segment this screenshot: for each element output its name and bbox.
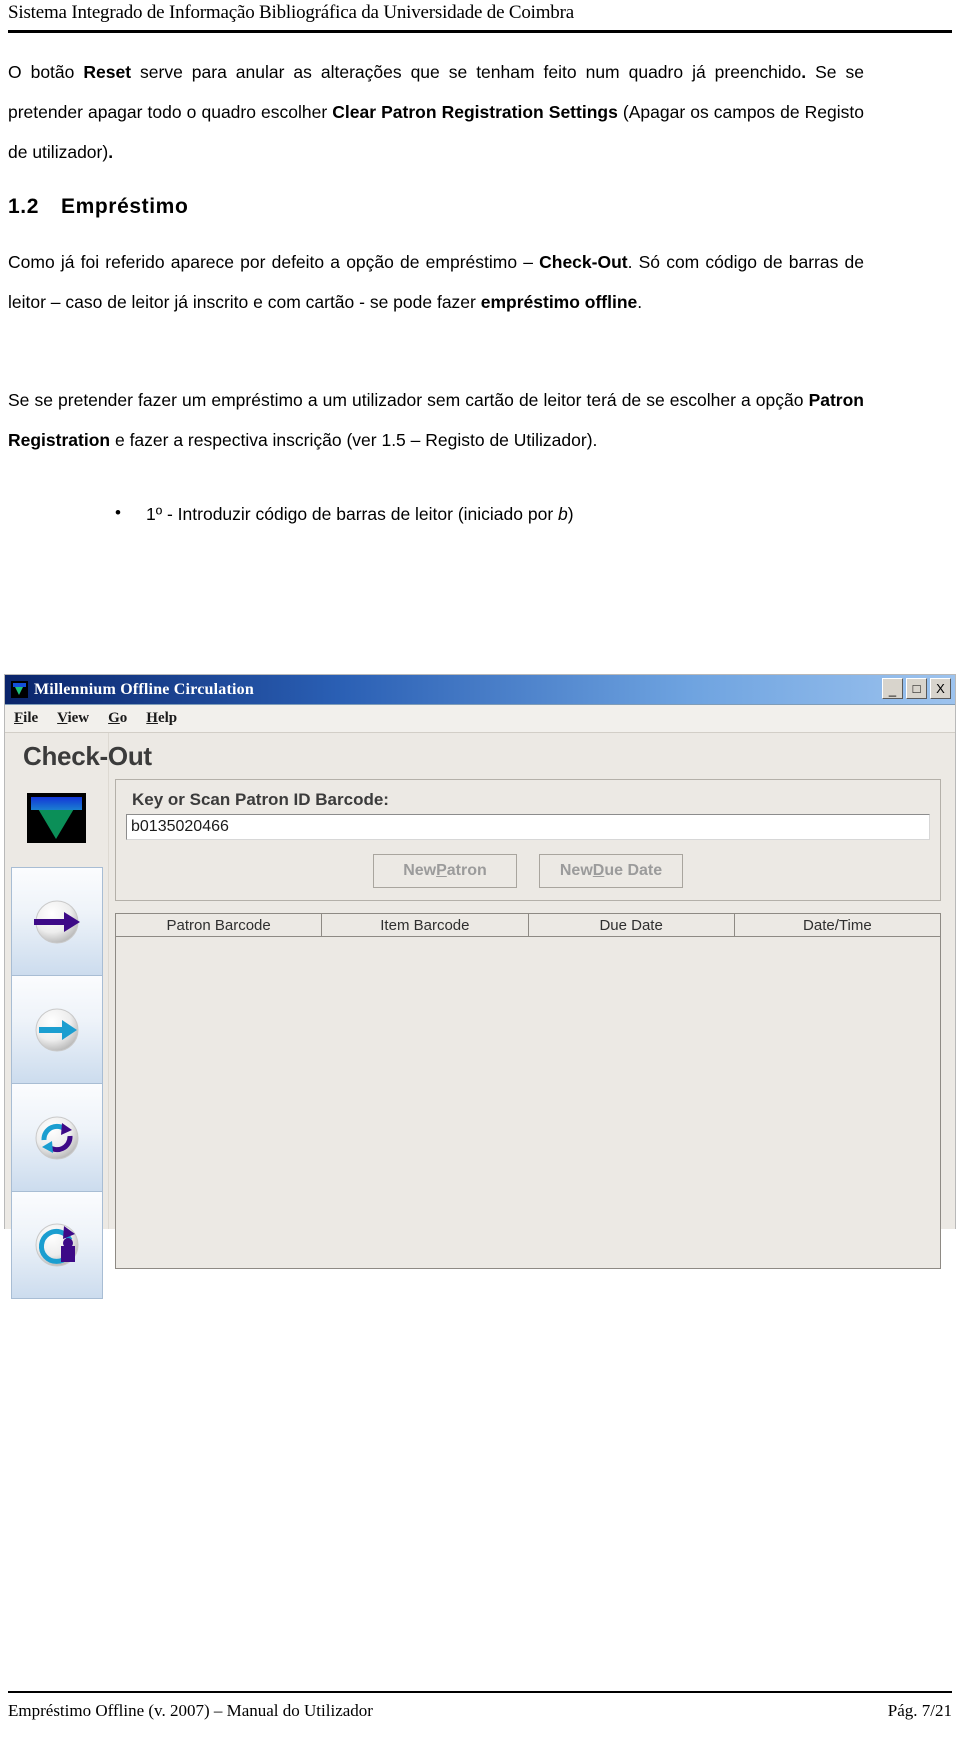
sidebar-item-patron-registration[interactable] [10, 1191, 103, 1299]
footer-page-number: Pág. 7/21 [887, 1701, 952, 1720]
steps-list: 1º - Introduzir código de barras de leit… [0, 497, 960, 530]
section-title: Empréstimo [61, 195, 189, 218]
para2-bold-emprestimo-offline: empréstimo offline [480, 292, 638, 312]
para1-bold-clear-settings: Clear Patron Registration Settings [332, 102, 618, 122]
menu-item-view[interactable]: View [57, 710, 89, 727]
para3-text-1: Se se pretender fazer um empréstimo a um… [8, 390, 809, 410]
para1-bold-reset: Reset [83, 62, 132, 82]
patron-barcode-panel: Key or Scan Patron ID Barcode: b01350204… [115, 779, 941, 901]
menu-file-key: F [14, 710, 24, 726]
sidebar-item-check-out[interactable] [10, 867, 103, 975]
column-header-date-time[interactable]: Date/Time [734, 914, 941, 937]
document-body: O botão Reset serve para anular as alter… [0, 52, 960, 530]
menu-item-go[interactable]: Go [108, 710, 127, 727]
document-header: Sistema Integrado de Informação Bibliogr… [0, 0, 960, 40]
para1-text-2: serve para anular as alterações que se t… [131, 62, 802, 82]
menu-go-rest: o [119, 710, 128, 726]
page-title: Check-Out [23, 741, 152, 771]
transactions-table-body[interactable] [115, 937, 941, 1269]
para3-text-2: e fazer a respectiva inscrição (ver 1.5 … [110, 430, 598, 450]
bullet-text-2: ) [567, 504, 574, 524]
sidebar-item-check-in[interactable] [10, 975, 103, 1083]
paragraph-patron-registration: Se se pretender fazer um empréstimo a um… [0, 380, 960, 460]
millennium-logo [27, 793, 86, 843]
new-due-date-button[interactable]: New Due Date [539, 854, 683, 888]
work-area: Key or Scan Patron ID Barcode: b01350204… [109, 733, 955, 1269]
menu-item-file[interactable]: File [14, 710, 38, 727]
paragraph-checkout-default: Como já foi referido aparece por defeito… [0, 242, 960, 322]
window-body: Check-Out Key or Scan Patron ID Barcode:… [5, 733, 955, 1299]
footer-manual-title: Empréstimo Offline (v. 2007) – Manual do… [8, 1701, 373, 1720]
new-due-date-key: D [592, 862, 605, 879]
menu-help-rest: elp [157, 710, 178, 726]
column-header-due-date[interactable]: Due Date [528, 914, 735, 937]
form-button-row: New Patron New Due Date [126, 854, 930, 888]
check-out-arrow-icon [33, 900, 80, 943]
section-number: 1.2 [8, 195, 39, 218]
transactions-table-header: Patron Barcode Item Barcode Due Date Dat… [115, 913, 941, 937]
para1-text-1: O botão [8, 62, 84, 82]
patron-registration-icon [35, 1223, 78, 1267]
menu-help-key: H [146, 710, 158, 726]
menu-view-rest: iew [67, 710, 90, 726]
footer-divider [8, 1691, 952, 1693]
list-item: 1º - Introduzir código de barras de leit… [115, 497, 960, 530]
paragraph-reset-button: O botão Reset serve para anular as alter… [0, 52, 960, 172]
application-screenshot: Millennium Offline Circulation _ □ X Fil… [4, 674, 956, 1299]
menubar: File View Go Help [5, 705, 955, 733]
header-title: Sistema Integrado de Informação Bibliogr… [8, 2, 574, 23]
menu-go-key: G [108, 710, 120, 726]
maximize-icon[interactable]: □ [906, 678, 927, 699]
check-in-arrow-icon [35, 1008, 78, 1051]
para1-bold-period-2: . [108, 142, 114, 162]
new-due-date-pre: New [559, 862, 593, 879]
sidebar-item-renew[interactable] [10, 1083, 103, 1191]
patron-barcode-input[interactable]: b0135020466 [126, 814, 930, 840]
new-patron-pre: New [403, 862, 437, 879]
bullet-text-1: 1º - Introduzir código de barras de leit… [146, 504, 559, 524]
window-titlebar[interactable]: Millennium Offline Circulation _ □ X [5, 675, 955, 705]
column-header-patron-barcode[interactable]: Patron Barcode [115, 914, 323, 937]
header-divider [8, 30, 952, 33]
menu-file-rest: ile [23, 710, 39, 726]
para2-text-1: Como já foi referido aparece por defeito… [8, 252, 540, 272]
window-title: Millennium Offline Circulation [34, 680, 254, 698]
menu-view-key: V [57, 710, 68, 726]
bullet-italic-b: b [558, 504, 568, 524]
minimize-icon[interactable]: _ [882, 678, 903, 699]
new-patron-key: P [436, 862, 447, 879]
millennium-triangle-icon [11, 681, 28, 698]
new-due-date-post: ue Date [604, 862, 663, 879]
new-patron-button[interactable]: New Patron [373, 854, 517, 888]
renew-circular-arrows-icon [35, 1116, 78, 1159]
para2-text-3: . [637, 292, 643, 312]
para2-bold-checkout: Check-Out [539, 252, 628, 272]
sidebar-rail [5, 733, 109, 1299]
new-patron-post: atron [446, 862, 487, 879]
section-heading-emprestimo: 1.2 Empréstimo [0, 190, 960, 224]
menu-item-help[interactable]: Help [146, 710, 177, 727]
barcode-field-label: Key or Scan Patron ID Barcode: [132, 790, 389, 809]
column-header-item-barcode[interactable]: Item Barcode [322, 914, 529, 937]
logo-triangle-top-icon [31, 797, 82, 810]
close-icon[interactable]: X [930, 678, 951, 699]
window-controls: _ □ X [882, 678, 951, 699]
document-footer: Empréstimo Offline (v. 2007) – Manual do… [0, 1691, 960, 1735]
